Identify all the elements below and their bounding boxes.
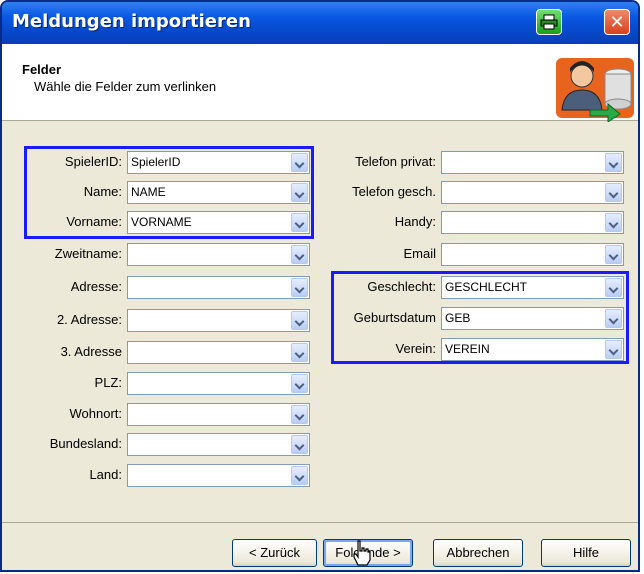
field-row-land: Land: bbox=[2, 462, 312, 488]
handy-select[interactable] bbox=[441, 211, 624, 234]
field-label-email: Email bbox=[403, 246, 436, 261]
land-select[interactable] bbox=[127, 464, 310, 487]
field-row-email: Email bbox=[322, 241, 632, 267]
page-title: Felder bbox=[22, 62, 62, 77]
adresse-select[interactable] bbox=[127, 276, 310, 299]
field-label-telefon-gesch: Telefon gesch. bbox=[352, 184, 436, 199]
wizard-header: Felder Wähle die Felder zum verlinken bbox=[2, 44, 638, 121]
field-row-telefon-gesch: Telefon gesch. bbox=[322, 179, 632, 205]
field-label-land: Land: bbox=[89, 467, 122, 482]
field-label-adresse-3: 3. Adresse bbox=[60, 344, 122, 359]
print-button[interactable] bbox=[536, 9, 562, 35]
telefon-privat-select[interactable] bbox=[441, 151, 624, 174]
close-button[interactable]: ✕ bbox=[604, 9, 630, 35]
field-row-zweitname: Zweitname: bbox=[2, 241, 312, 267]
dropdown-arrow-icon[interactable] bbox=[291, 245, 308, 264]
wohnort-select[interactable] bbox=[127, 403, 310, 426]
telefon-gesch-select[interactable] bbox=[441, 181, 624, 204]
back-button[interactable]: < Zurück bbox=[232, 539, 317, 567]
dropdown-arrow-icon[interactable] bbox=[605, 183, 622, 202]
dropdown-arrow-icon[interactable] bbox=[291, 435, 308, 454]
dropdown-arrow-icon[interactable] bbox=[605, 153, 622, 172]
window-title: Meldungen importieren bbox=[12, 11, 251, 32]
wizard-user-database-icon bbox=[556, 58, 634, 122]
close-icon: ✕ bbox=[609, 11, 625, 33]
bundesland-select[interactable] bbox=[127, 433, 310, 456]
plz-select[interactable] bbox=[127, 372, 310, 395]
zweitname-select[interactable] bbox=[127, 243, 310, 266]
printer-icon bbox=[540, 14, 558, 30]
adresse-2-select[interactable] bbox=[127, 309, 310, 332]
field-row-adresse-2: 2. Adresse: bbox=[2, 307, 312, 333]
highlight-frame-name-fields bbox=[24, 146, 314, 239]
cancel-button[interactable]: Abbrechen bbox=[433, 539, 523, 567]
dropdown-arrow-icon[interactable] bbox=[291, 405, 308, 424]
field-label-bundesland: Bundesland: bbox=[49, 436, 122, 451]
page-subtitle: Wähle die Felder zum verlinken bbox=[34, 79, 217, 94]
field-label-wohnort: Wohnort: bbox=[69, 406, 122, 421]
highlight-frame-personal-fields bbox=[331, 271, 629, 364]
field-row-telefon-privat: Telefon privat: bbox=[322, 149, 632, 175]
dropdown-arrow-icon[interactable] bbox=[605, 213, 622, 232]
field-row-adresse-3: 3. Adresse bbox=[2, 339, 312, 365]
dropdown-arrow-icon[interactable] bbox=[291, 311, 308, 330]
field-label-adresse-2: 2. Adresse: bbox=[56, 312, 122, 327]
field-label-telefon-privat: Telefon privat: bbox=[355, 154, 436, 169]
field-row-adresse: Adresse: bbox=[2, 274, 312, 300]
field-row-plz: PLZ: bbox=[2, 370, 312, 396]
help-button[interactable]: Hilfe bbox=[541, 539, 631, 567]
field-row-handy: Handy: bbox=[322, 209, 632, 235]
dropdown-arrow-icon[interactable] bbox=[291, 466, 308, 485]
field-mapping-area: SpielerID: SpielerID Name: NAME Vorname:… bbox=[2, 121, 638, 521]
title-bar[interactable]: Meldungen importieren ✕ bbox=[2, 2, 638, 44]
dropdown-arrow-icon[interactable] bbox=[291, 374, 308, 393]
dropdown-arrow-icon[interactable] bbox=[605, 245, 622, 264]
field-label-handy: Handy: bbox=[394, 214, 436, 229]
dropdown-arrow-icon[interactable] bbox=[291, 343, 308, 362]
field-label-plz: PLZ: bbox=[94, 375, 122, 390]
button-bar: < Zurück Folgende > Abbrechen Hilfe bbox=[2, 522, 638, 570]
email-select[interactable] bbox=[441, 243, 624, 266]
hand-cursor-icon bbox=[353, 540, 371, 566]
import-dialog-window: Meldungen importieren ✕ Felder Wähle die… bbox=[0, 0, 640, 572]
field-label-zweitname: Zweitname: bbox=[54, 246, 122, 261]
field-label-adresse: Adresse: bbox=[70, 279, 122, 294]
adresse-3-select[interactable] bbox=[127, 341, 310, 364]
field-row-wohnort: Wohnort: bbox=[2, 401, 312, 427]
dropdown-arrow-icon[interactable] bbox=[291, 278, 308, 297]
field-row-bundesland: Bundesland: bbox=[2, 431, 312, 457]
